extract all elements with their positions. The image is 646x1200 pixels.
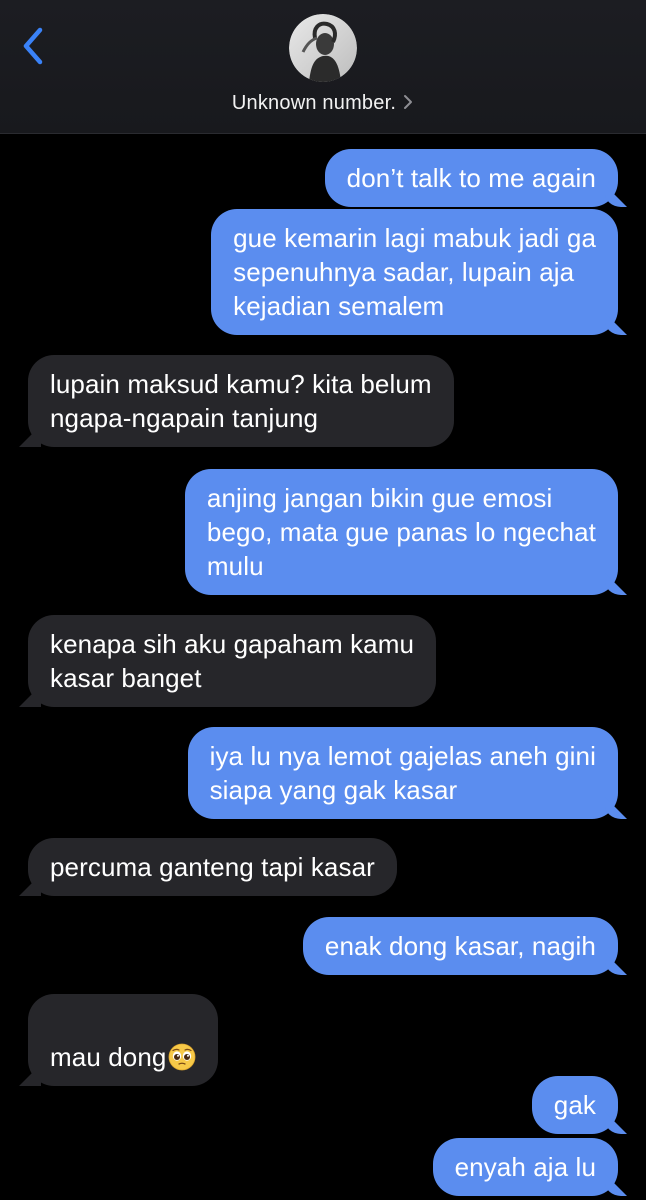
pleading-face-emoji xyxy=(169,1043,196,1071)
conversation-header: Unknown number. xyxy=(0,0,646,134)
message-bubble-outgoing[interactable]: anjing jangan bikin gue emosi bego, mata… xyxy=(184,469,618,595)
message-bubble-outgoing[interactable]: don’t talk to me again xyxy=(324,149,618,207)
contact-name-label: Unknown number. xyxy=(231,92,397,114)
message-bubble-incoming[interactable]: percuma ganteng tapi kasar xyxy=(28,838,397,896)
message-bubble-incoming[interactable]: kenapa sih aku gapaham kamu kasar banget xyxy=(28,615,437,707)
message-bubble-outgoing[interactable]: gak xyxy=(531,1076,618,1134)
chevron-left-icon[interactable] xyxy=(14,24,54,68)
message-bubble-outgoing[interactable]: iya lu nya lemot gajelas aneh gini siapa… xyxy=(187,727,618,819)
message-bubble-outgoing[interactable]: enak dong kasar, nagih xyxy=(302,917,618,975)
message-bubble-outgoing[interactable]: enyah aja lu xyxy=(432,1138,618,1196)
message-bubble-incoming[interactable]: lupain maksud kamu? kita belum ngapa-nga… xyxy=(28,355,454,447)
chevron-right-icon xyxy=(404,95,413,109)
contact-name[interactable]: Unknown number. xyxy=(0,92,646,115)
message-bubble-outgoing[interactable]: gue kemarin lagi mabuk jadi ga sepenuhny… xyxy=(211,209,618,335)
message-text: mau dong xyxy=(50,1042,167,1072)
contact-avatar[interactable] xyxy=(289,14,357,82)
message-thread: don’t talk to me again gue kemarin lagi … xyxy=(0,133,646,1200)
message-bubble-incoming[interactable]: mau dong xyxy=(28,994,219,1086)
